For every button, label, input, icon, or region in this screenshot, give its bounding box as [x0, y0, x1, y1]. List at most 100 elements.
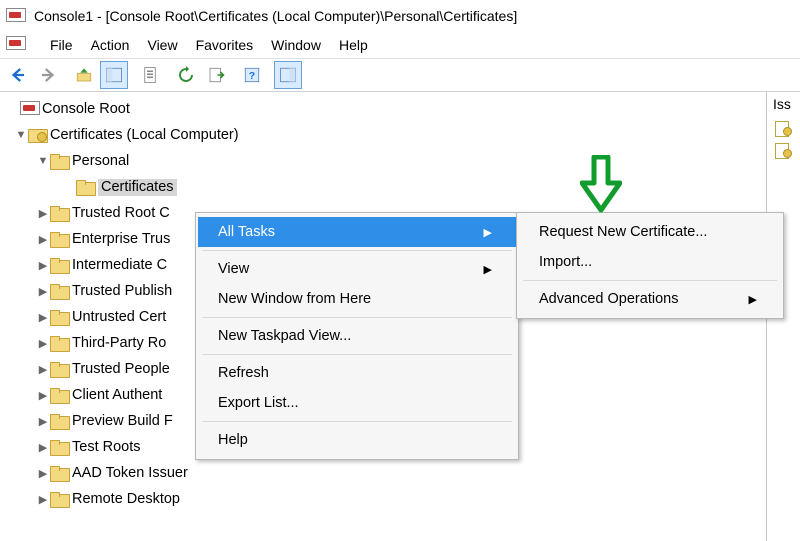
show-hide-tree-button[interactable]	[100, 61, 128, 89]
expand-icon[interactable]: ▶	[36, 389, 50, 402]
forward-button[interactable]	[34, 61, 62, 89]
properties-button[interactable]	[136, 61, 164, 89]
tree-label: Trusted People	[72, 361, 170, 377]
export-list-button[interactable]	[202, 61, 230, 89]
menu-window[interactable]: Window	[271, 37, 321, 53]
submenu-arrow-icon: ▶	[749, 293, 757, 306]
folder-icon	[50, 206, 68, 220]
certificate-icon	[773, 143, 790, 159]
menu-item-label: Export List...	[218, 395, 299, 411]
menu-separator	[202, 250, 512, 251]
menu-item-new-window[interactable]: New Window from Here	[198, 284, 516, 314]
tree-node-certificates-selected[interactable]: Certificates	[6, 174, 766, 200]
menu-item-refresh[interactable]: Refresh	[198, 358, 516, 388]
folder-icon	[50, 284, 68, 298]
menu-bar: File Action View Favorites Window Help	[0, 32, 800, 59]
help-button[interactable]: ?	[238, 61, 266, 89]
folder-icon	[50, 492, 68, 506]
show-hide-action-pane-button[interactable]	[274, 61, 302, 89]
context-submenu-all-tasks: Request New Certificate... Import... Adv…	[516, 212, 784, 319]
menu-item-all-tasks[interactable]: All Tasks ▶	[198, 217, 516, 247]
menu-item-help[interactable]: Help	[198, 425, 516, 455]
tree-label: Personal	[72, 153, 129, 169]
certificate-icon	[773, 121, 790, 137]
menu-action[interactable]: Action	[91, 37, 130, 53]
menu-file[interactable]: File	[50, 37, 73, 53]
expand-icon[interactable]: ▶	[36, 285, 50, 298]
folder-icon	[50, 362, 68, 376]
folder-icon	[50, 336, 68, 350]
menu-item-label: Advanced Operations	[539, 291, 678, 307]
up-button[interactable]	[70, 61, 98, 89]
tree-node-console-root[interactable]: Console Root	[6, 96, 766, 122]
tree-node[interactable]: ▶ Remote Desktop	[6, 486, 766, 512]
menu-item-view[interactable]: View ▶	[198, 254, 516, 284]
folder-icon	[50, 388, 68, 402]
console-root-icon	[20, 101, 38, 117]
list-item[interactable]	[773, 140, 794, 162]
tree-node-certificates-local-computer[interactable]: ▼ Certificates (Local Computer)	[6, 122, 766, 148]
menu-item-label: All Tasks	[218, 224, 275, 240]
tree-label: Client Authent	[72, 387, 162, 403]
menu-help[interactable]: Help	[339, 37, 368, 53]
svg-text:?: ?	[249, 70, 255, 82]
list-item[interactable]	[773, 118, 794, 140]
back-button[interactable]	[4, 61, 32, 89]
toolbar: ?	[0, 59, 800, 92]
collapse-icon[interactable]: ▼	[14, 129, 28, 141]
folder-icon	[50, 232, 68, 246]
folder-icon	[50, 466, 68, 480]
menu-item-advanced-operations[interactable]: Advanced Operations ▶	[519, 284, 781, 314]
expand-icon[interactable]: ▶	[36, 233, 50, 246]
tree-node[interactable]: ▶ AAD Token Issuer	[6, 460, 766, 486]
menu-separator	[523, 280, 777, 281]
folder-icon	[50, 154, 68, 168]
expand-icon[interactable]: ▶	[36, 441, 50, 454]
expand-icon[interactable]: ▶	[36, 259, 50, 272]
tree-label: Certificates (Local Computer)	[50, 127, 239, 143]
menu-item-export-list[interactable]: Export List...	[198, 388, 516, 418]
refresh-button[interactable]	[172, 61, 200, 89]
tree-label: Trusted Root C	[72, 205, 170, 221]
column-header-issued[interactable]: Iss	[773, 96, 794, 112]
folder-icon	[50, 310, 68, 324]
tree-label: Preview Build F	[72, 413, 173, 429]
window-title: Console1 - [Console Root\Certificates (L…	[34, 8, 517, 24]
tree-label-selected: Certificates	[98, 179, 177, 196]
window-title-bar: Console1 - [Console Root\Certificates (L…	[0, 0, 800, 32]
tree-label: AAD Token Issuer	[72, 465, 188, 481]
submenu-arrow-icon: ▶	[484, 263, 492, 276]
expand-icon[interactable]: ▶	[36, 363, 50, 376]
expand-icon[interactable]: ▶	[36, 467, 50, 480]
expand-icon[interactable]: ▶	[36, 493, 50, 506]
submenu-arrow-icon: ▶	[484, 226, 492, 239]
folder-icon	[50, 440, 68, 454]
menu-item-label: New Taskpad View...	[218, 328, 351, 344]
mmc-app-icon	[6, 8, 24, 24]
menu-item-request-new-certificate[interactable]: Request New Certificate...	[519, 217, 781, 247]
expand-icon[interactable]: ▶	[36, 207, 50, 220]
tree-label: Console Root	[42, 101, 130, 117]
menu-item-label: New Window from Here	[218, 291, 371, 307]
blank-twist	[62, 181, 76, 193]
menu-separator	[202, 317, 512, 318]
expand-icon[interactable]: ▶	[36, 337, 50, 350]
tree-label: Enterprise Trus	[72, 231, 170, 247]
expand-icon[interactable]: ▶	[36, 415, 50, 428]
menu-item-label: Refresh	[218, 365, 269, 381]
expand-icon[interactable]: ▶	[36, 311, 50, 324]
menu-favorites[interactable]: Favorites	[196, 37, 254, 53]
menu-item-import[interactable]: Import...	[519, 247, 781, 277]
tree-label: Trusted Publish	[72, 283, 172, 299]
folder-icon	[76, 180, 94, 194]
tree-node-personal[interactable]: ▼ Personal	[6, 148, 766, 174]
folder-icon	[50, 258, 68, 272]
tree-label: Intermediate C	[72, 257, 167, 273]
menu-item-label: Import...	[539, 254, 592, 270]
menu-view[interactable]: View	[147, 37, 177, 53]
menu-item-label: Request New Certificate...	[539, 224, 707, 240]
menu-item-new-taskpad[interactable]: New Taskpad View...	[198, 321, 516, 351]
menu-separator	[202, 354, 512, 355]
collapse-icon[interactable]: ▼	[36, 155, 50, 167]
tree-label: Remote Desktop	[72, 491, 180, 507]
